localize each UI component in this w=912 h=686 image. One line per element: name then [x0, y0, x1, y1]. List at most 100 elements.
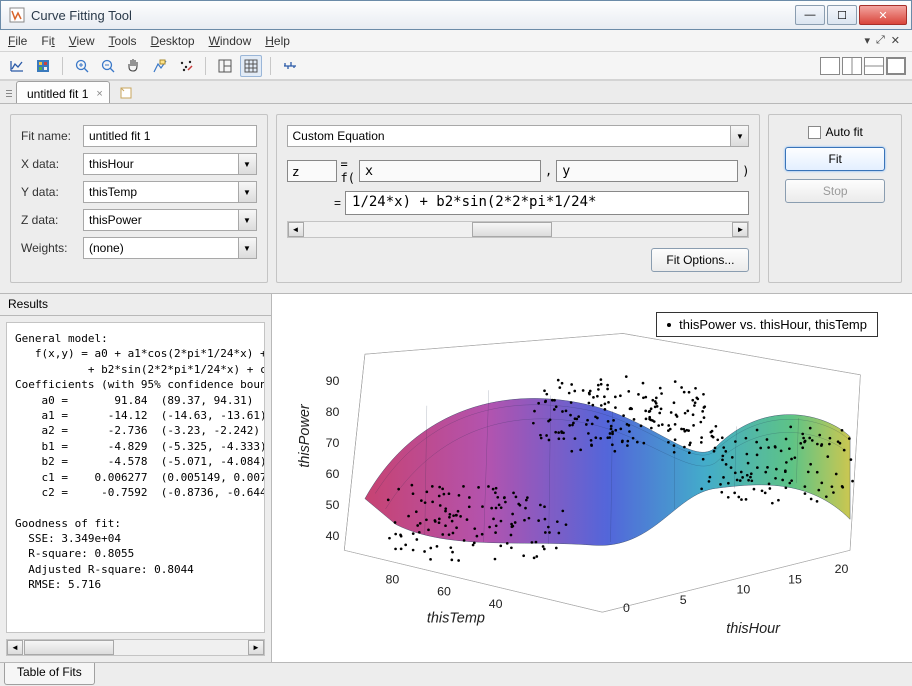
- layout-h-split-icon[interactable]: [842, 57, 862, 75]
- menu-fit[interactable]: Fit: [41, 34, 54, 48]
- fit-actions-panel: Auto fit Fit Stop: [768, 114, 902, 283]
- svg-text:40: 40: [326, 529, 340, 543]
- checkbox-icon: [808, 126, 821, 139]
- menu-window[interactable]: Window: [209, 34, 252, 48]
- fit-type-combo[interactable]: Custom Equation▼: [287, 125, 750, 147]
- eq-scrollbar[interactable]: ◄ ►: [287, 221, 750, 238]
- stop-button: Stop: [785, 179, 885, 203]
- tab-close-icon[interactable]: ×: [96, 88, 102, 100]
- minimize-button[interactable]: —: [795, 5, 825, 25]
- z-data-combo[interactable]: thisPower▼: [83, 209, 257, 231]
- eq-comma: ,: [545, 164, 552, 178]
- eq-lhs-input[interactable]: [287, 160, 337, 182]
- menubar: File Fit View Tools Desktop Window Help …: [0, 30, 912, 52]
- toolbar: [0, 52, 912, 80]
- chevron-down-icon: ▼: [238, 182, 256, 202]
- menu-file[interactable]: File: [8, 34, 27, 48]
- menu-desktop[interactable]: Desktop: [151, 34, 195, 48]
- svg-text:5: 5: [680, 593, 687, 607]
- residuals-plot-icon[interactable]: [279, 55, 301, 77]
- menu-help[interactable]: Help: [265, 34, 290, 48]
- surface-plot: thisPower thisHour thisTemp 40 50 60 70 …: [272, 294, 912, 662]
- weights-combo[interactable]: (none) ▼: [83, 237, 257, 259]
- fit-button[interactable]: Fit: [785, 147, 885, 171]
- zdata-label: Z data:: [21, 213, 77, 227]
- legend-marker-icon: [667, 323, 671, 327]
- x-data-value: thisHour: [89, 157, 134, 171]
- svg-text:0: 0: [623, 601, 630, 615]
- mdi-controls: ▾ ⤢ ✕: [864, 34, 904, 47]
- table-grid-icon[interactable]: [240, 55, 262, 77]
- results-scrollbar[interactable]: ◄ ►: [6, 639, 265, 656]
- bottom-tabstrip: Table of Fits: [0, 662, 912, 686]
- tab-table-of-fits[interactable]: Table of Fits: [4, 663, 95, 685]
- plot-legend: thisPower vs. thisHour, thisTemp: [656, 312, 878, 337]
- fit-options-button[interactable]: Fit Options...: [651, 248, 749, 272]
- scroll-left-icon[interactable]: ◄: [7, 640, 23, 655]
- mdi-minimize-icon[interactable]: ▾: [864, 34, 870, 47]
- menu-tools[interactable]: Tools: [109, 34, 137, 48]
- eq-arg2-input[interactable]: [556, 160, 738, 182]
- svg-text:10: 10: [737, 583, 751, 597]
- fitname-label: Fit name:: [21, 129, 77, 143]
- x-data-combo[interactable]: thisHour ▼: [83, 153, 257, 175]
- mdi-restore-icon[interactable]: ⤢: [876, 34, 885, 47]
- y-data-value: thisTemp: [89, 185, 137, 199]
- auto-fit-label: Auto fit: [826, 125, 863, 139]
- equation-panel: Custom Equation▼ = f( , ) = 1/24*x) + b2…: [276, 114, 761, 283]
- app-tile-icon[interactable]: [32, 55, 54, 77]
- app-icon: [9, 7, 25, 23]
- fit-name-input[interactable]: [83, 125, 257, 147]
- eq-prefix: = f(: [341, 157, 355, 185]
- layout-max-icon[interactable]: [886, 57, 906, 75]
- new-tab-button[interactable]: [116, 83, 138, 103]
- close-button[interactable]: ✕: [859, 5, 907, 25]
- auto-fit-checkbox[interactable]: Auto fit: [808, 125, 863, 139]
- document-tabstrip: untitled fit 1 ×: [0, 80, 912, 104]
- titlebar: Curve Fitting Tool — ☐ ✕: [0, 0, 912, 30]
- svg-text:60: 60: [326, 467, 340, 481]
- menu-view[interactable]: View: [69, 34, 95, 48]
- ydata-label: Y data:: [21, 185, 77, 199]
- zoom-out-icon[interactable]: [97, 55, 119, 77]
- z-axis-label: thisPower: [297, 403, 313, 468]
- zoom-in-icon[interactable]: [71, 55, 93, 77]
- scroll-right-icon[interactable]: ►: [732, 222, 748, 237]
- tabstrip-handle[interactable]: [6, 83, 12, 103]
- layout-single-icon[interactable]: [820, 57, 840, 75]
- pan-icon[interactable]: [123, 55, 145, 77]
- z-data-value: thisPower: [89, 213, 142, 227]
- scroll-thumb[interactable]: [472, 222, 552, 237]
- eq-body-input[interactable]: 1/24*x) + b2*sin(2*2*pi*1/24*: [345, 191, 749, 215]
- svg-text:90: 90: [326, 374, 340, 388]
- svg-text:60: 60: [437, 585, 451, 599]
- chevron-down-icon: ▼: [238, 154, 256, 174]
- x-axis-label: thisHour: [726, 621, 781, 637]
- svg-text:80: 80: [386, 572, 400, 586]
- scroll-thumb[interactable]: [24, 640, 114, 655]
- svg-text:20: 20: [835, 562, 849, 576]
- svg-text:50: 50: [326, 498, 340, 512]
- chevron-down-icon: ▼: [238, 238, 256, 258]
- weights-value: (none): [89, 241, 124, 255]
- plot-area[interactable]: thisPower vs. thisHour, thisTemp: [272, 294, 912, 662]
- tab-label: untitled fit 1: [27, 87, 88, 101]
- scroll-right-icon[interactable]: ►: [248, 640, 264, 655]
- scroll-left-icon[interactable]: ◄: [288, 222, 304, 237]
- svg-text:70: 70: [326, 436, 340, 450]
- layout-v-split-icon[interactable]: [864, 57, 884, 75]
- window-title: Curve Fitting Tool: [31, 8, 795, 23]
- maximize-button[interactable]: ☐: [827, 5, 857, 25]
- y-data-combo[interactable]: thisTemp ▼: [83, 181, 257, 203]
- eq-close-paren: ): [742, 164, 749, 178]
- svg-text:80: 80: [326, 405, 340, 419]
- mdi-close-icon[interactable]: ✕: [891, 34, 900, 47]
- tab-untitled-fit-1[interactable]: untitled fit 1 ×: [16, 81, 110, 103]
- y-axis-label: thisTemp: [427, 611, 485, 627]
- exclude-outliers-icon[interactable]: [175, 55, 197, 77]
- main-plot-icon[interactable]: [6, 55, 28, 77]
- eq-arg1-input[interactable]: [359, 160, 541, 182]
- data-cursor-icon[interactable]: [149, 55, 171, 77]
- results-text: General model: f(x,y) = a0 + a1*cos(2*pi…: [6, 322, 265, 633]
- axes-grid-icon[interactable]: [214, 55, 236, 77]
